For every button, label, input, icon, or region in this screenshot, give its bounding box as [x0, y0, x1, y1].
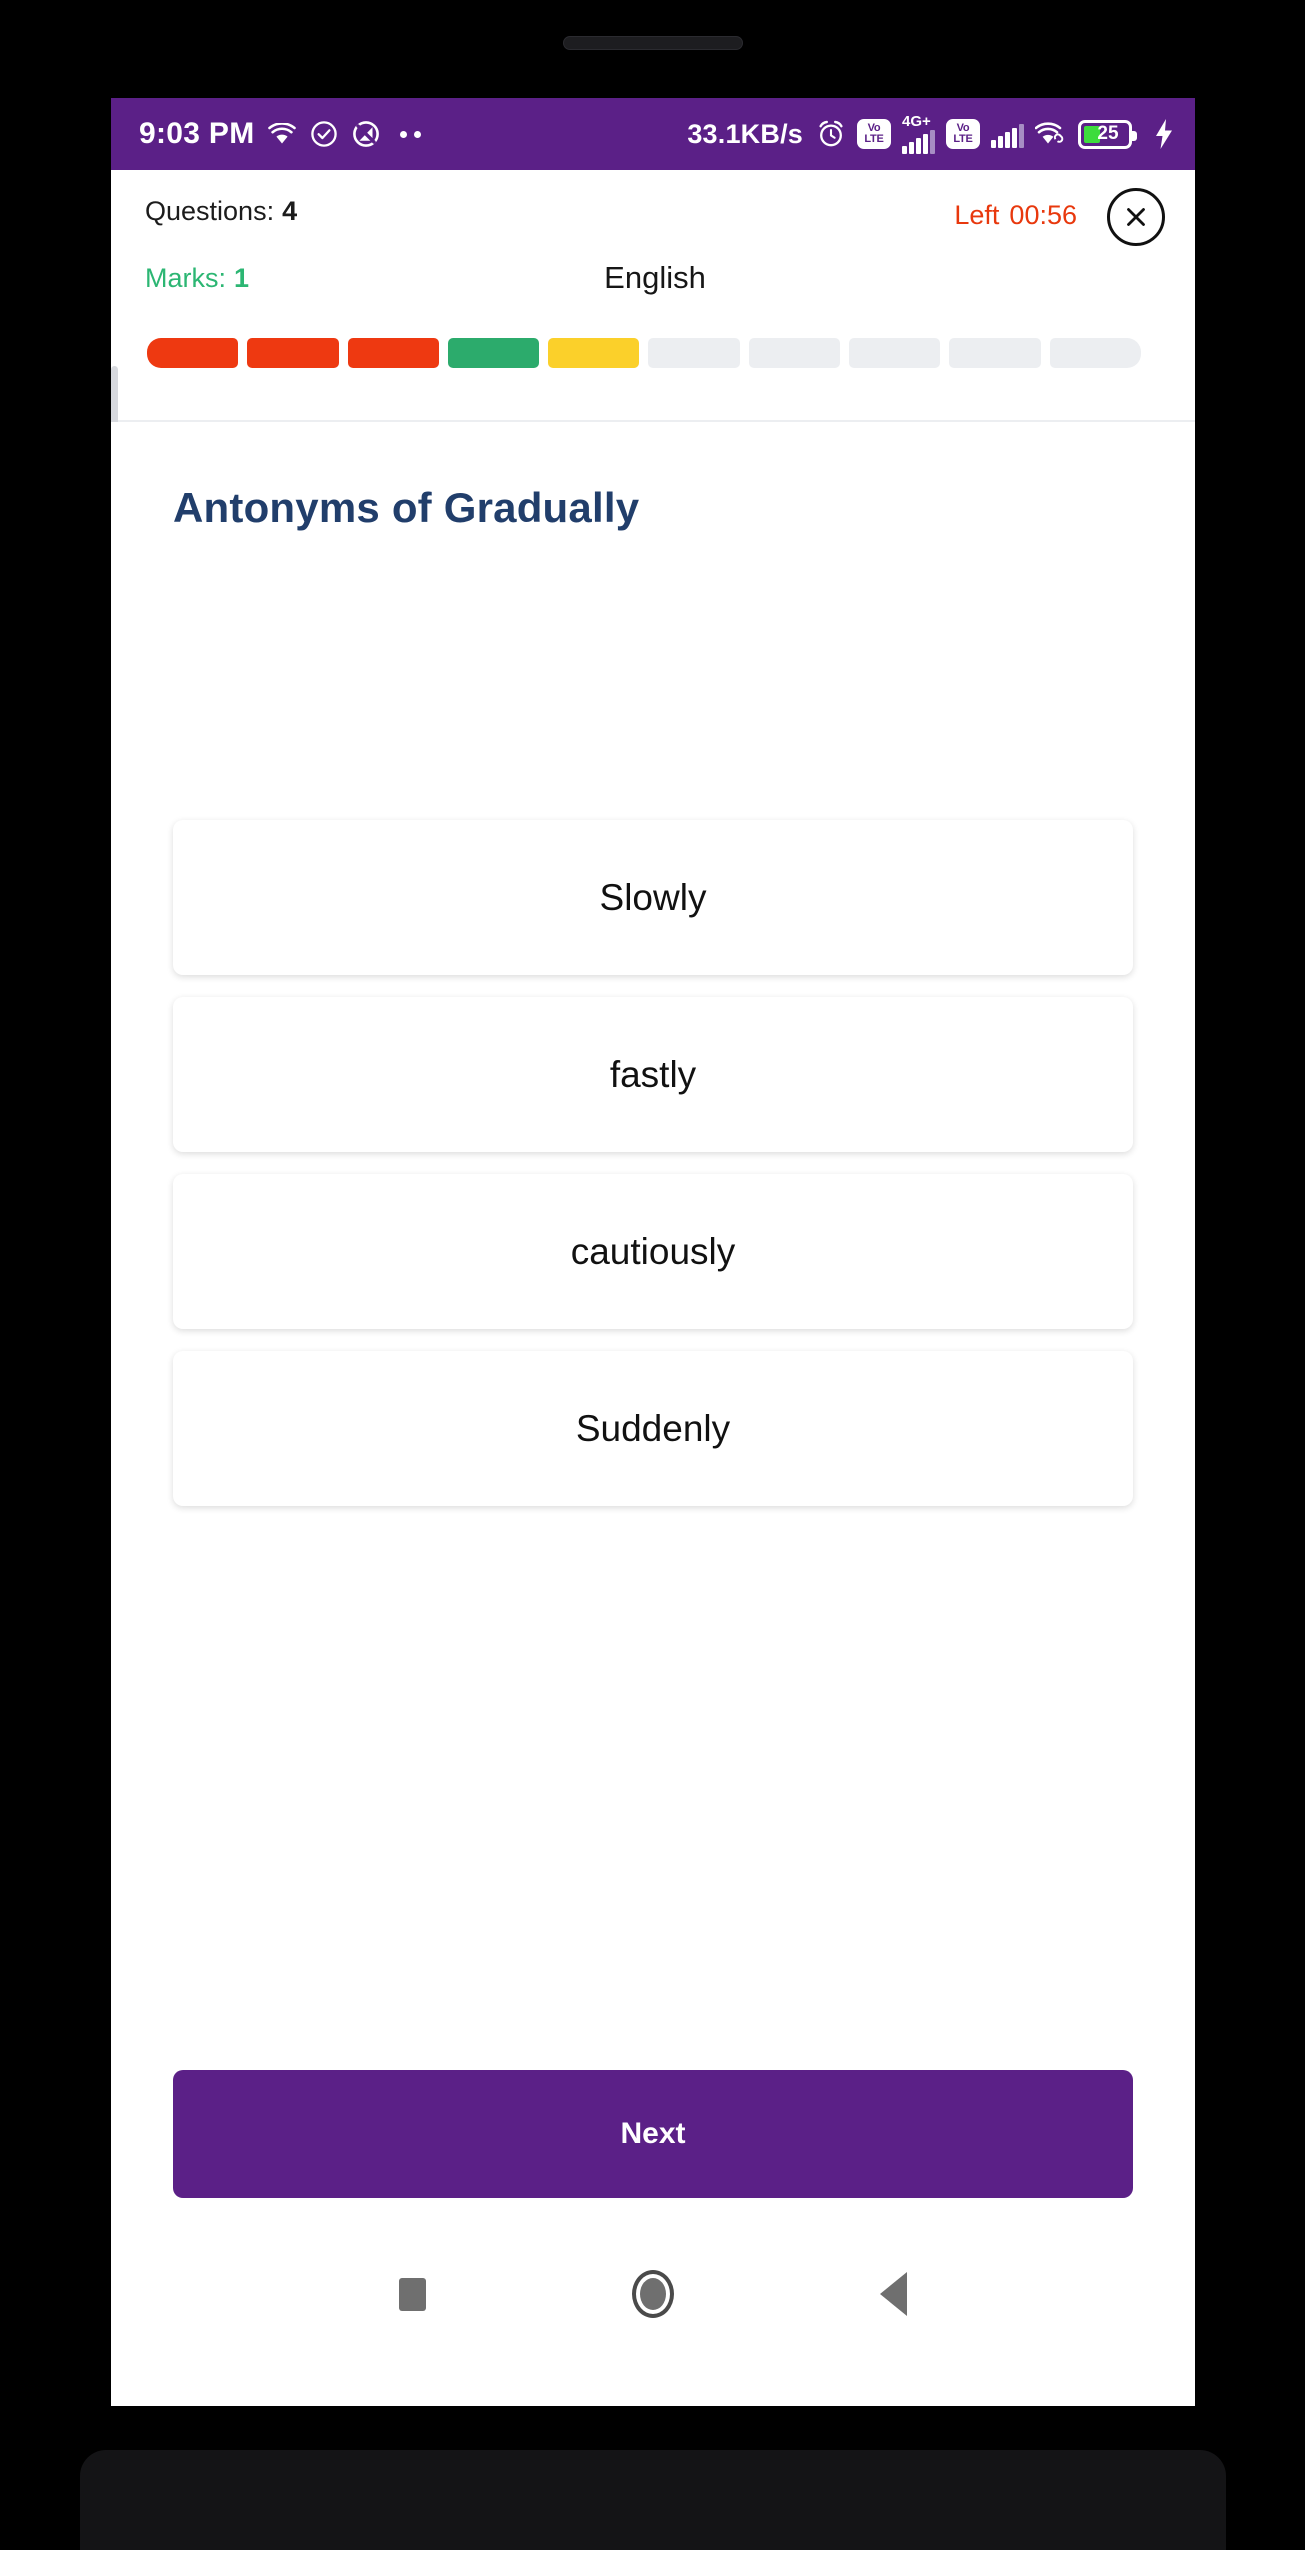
- status-bar-left: 9:03 PM: [139, 119, 423, 149]
- status-bar: 9:03 PM 33.1KB/s Vo LTE 4G+ Vo LTE 25: [111, 98, 1195, 170]
- battery-level-text: 25: [1097, 123, 1119, 144]
- network-type-label: 4G+: [902, 113, 931, 130]
- wifi-link-icon: [1035, 122, 1067, 146]
- answer-option[interactable]: cautiously: [173, 1174, 1133, 1329]
- charging-bolt-icon: [1155, 119, 1173, 149]
- progress-segment: [748, 338, 841, 368]
- recents-icon[interactable]: [399, 2277, 426, 2311]
- device-top-bezel: [98, 0, 1208, 40]
- progress-segment: [147, 338, 239, 368]
- volte-icon: Vo LTE: [857, 119, 891, 149]
- subject-title: English: [604, 260, 706, 295]
- quiz-header: Questions: 4 Left 00:56 Marks: 1 English: [111, 170, 1195, 422]
- answer-option-label: cautiously: [570, 1230, 736, 1272]
- do-not-disturb-icon: [352, 120, 380, 148]
- volte-bottom-text: LTE: [864, 133, 884, 145]
- volte-icon-2: Vo LTE: [946, 119, 980, 149]
- home-icon[interactable]: [632, 2270, 674, 2318]
- question-body: Antonyms of Gradually Slowly fastly caut…: [111, 422, 1195, 2406]
- volte-bottom-text-2: LTE: [953, 133, 973, 145]
- questions-counter-value: 4: [282, 196, 298, 226]
- progress-segment: [849, 338, 941, 368]
- progress-segment: [648, 338, 740, 368]
- network-speed-indicator: 33.1KB/s: [687, 118, 803, 149]
- next-button-label: Next: [620, 2117, 686, 2150]
- alarm-clock-icon: [816, 119, 846, 149]
- next-button[interactable]: Next: [173, 2070, 1133, 2198]
- close-button[interactable]: [1107, 188, 1165, 246]
- questions-counter-label: Questions:: [145, 196, 275, 226]
- progress-segment: [949, 338, 1041, 368]
- more-dots-icon: [400, 130, 422, 138]
- speaker-grille: [563, 36, 743, 50]
- question-progress-bar: [145, 338, 1165, 368]
- header-second-row: Marks: 1 English: [145, 250, 1165, 306]
- progress-segment: [447, 338, 540, 368]
- timer-display: Left 00:56: [954, 200, 1077, 231]
- battery-icon: 25: [1078, 119, 1137, 149]
- signal-bars-icon-2: [991, 124, 1024, 148]
- answer-option-label: fastly: [609, 1053, 697, 1095]
- back-icon[interactable]: [880, 2272, 907, 2316]
- question-text: Antonyms of Gradually: [173, 484, 640, 531]
- answer-option-label: Slowly: [599, 876, 707, 918]
- answer-options-list: Slowly fastly cautiously Suddenly: [111, 820, 1195, 1506]
- wifi-icon: [268, 123, 297, 145]
- answer-option[interactable]: Suddenly: [173, 1351, 1133, 1506]
- progress-segment: [548, 338, 640, 368]
- phone-screen: 9:03 PM 33.1KB/s Vo LTE 4G+ Vo LTE 25 Qu…: [111, 98, 1195, 2406]
- answer-option[interactable]: fastly: [173, 997, 1133, 1152]
- answer-option-label: Suddenly: [575, 1407, 731, 1449]
- timer-value: 00:56: [1009, 200, 1077, 230]
- header-top-row: Questions: 4 Left 00:56: [145, 188, 1165, 250]
- signal-bars-icon: 4G+: [902, 114, 935, 154]
- marks-counter-label: Marks:: [145, 262, 226, 293]
- close-icon: [1127, 208, 1145, 226]
- status-bar-clock: 9:03 PM: [139, 117, 255, 150]
- progress-segment: [1049, 338, 1141, 368]
- android-navigation-bar: [111, 2234, 1195, 2354]
- progress-segment: [347, 338, 439, 368]
- timer-label: Left: [954, 200, 1000, 230]
- marks-counter: Marks: 1: [145, 263, 249, 294]
- signal-bars-group: [902, 130, 935, 154]
- marks-counter-value: 1: [234, 262, 250, 293]
- device-frame: 9:03 PM 33.1KB/s Vo LTE 4G+ Vo LTE 25 Qu…: [0, 0, 1305, 2550]
- check-circle-icon: [310, 120, 338, 148]
- status-bar-right: 33.1KB/s Vo LTE 4G+ Vo LTE 25: [687, 114, 1173, 154]
- answer-option[interactable]: Slowly: [173, 820, 1133, 975]
- questions-counter: Questions: 4: [145, 196, 297, 227]
- progress-segment: [247, 338, 339, 368]
- device-bottom-bezel: [80, 2450, 1226, 2550]
